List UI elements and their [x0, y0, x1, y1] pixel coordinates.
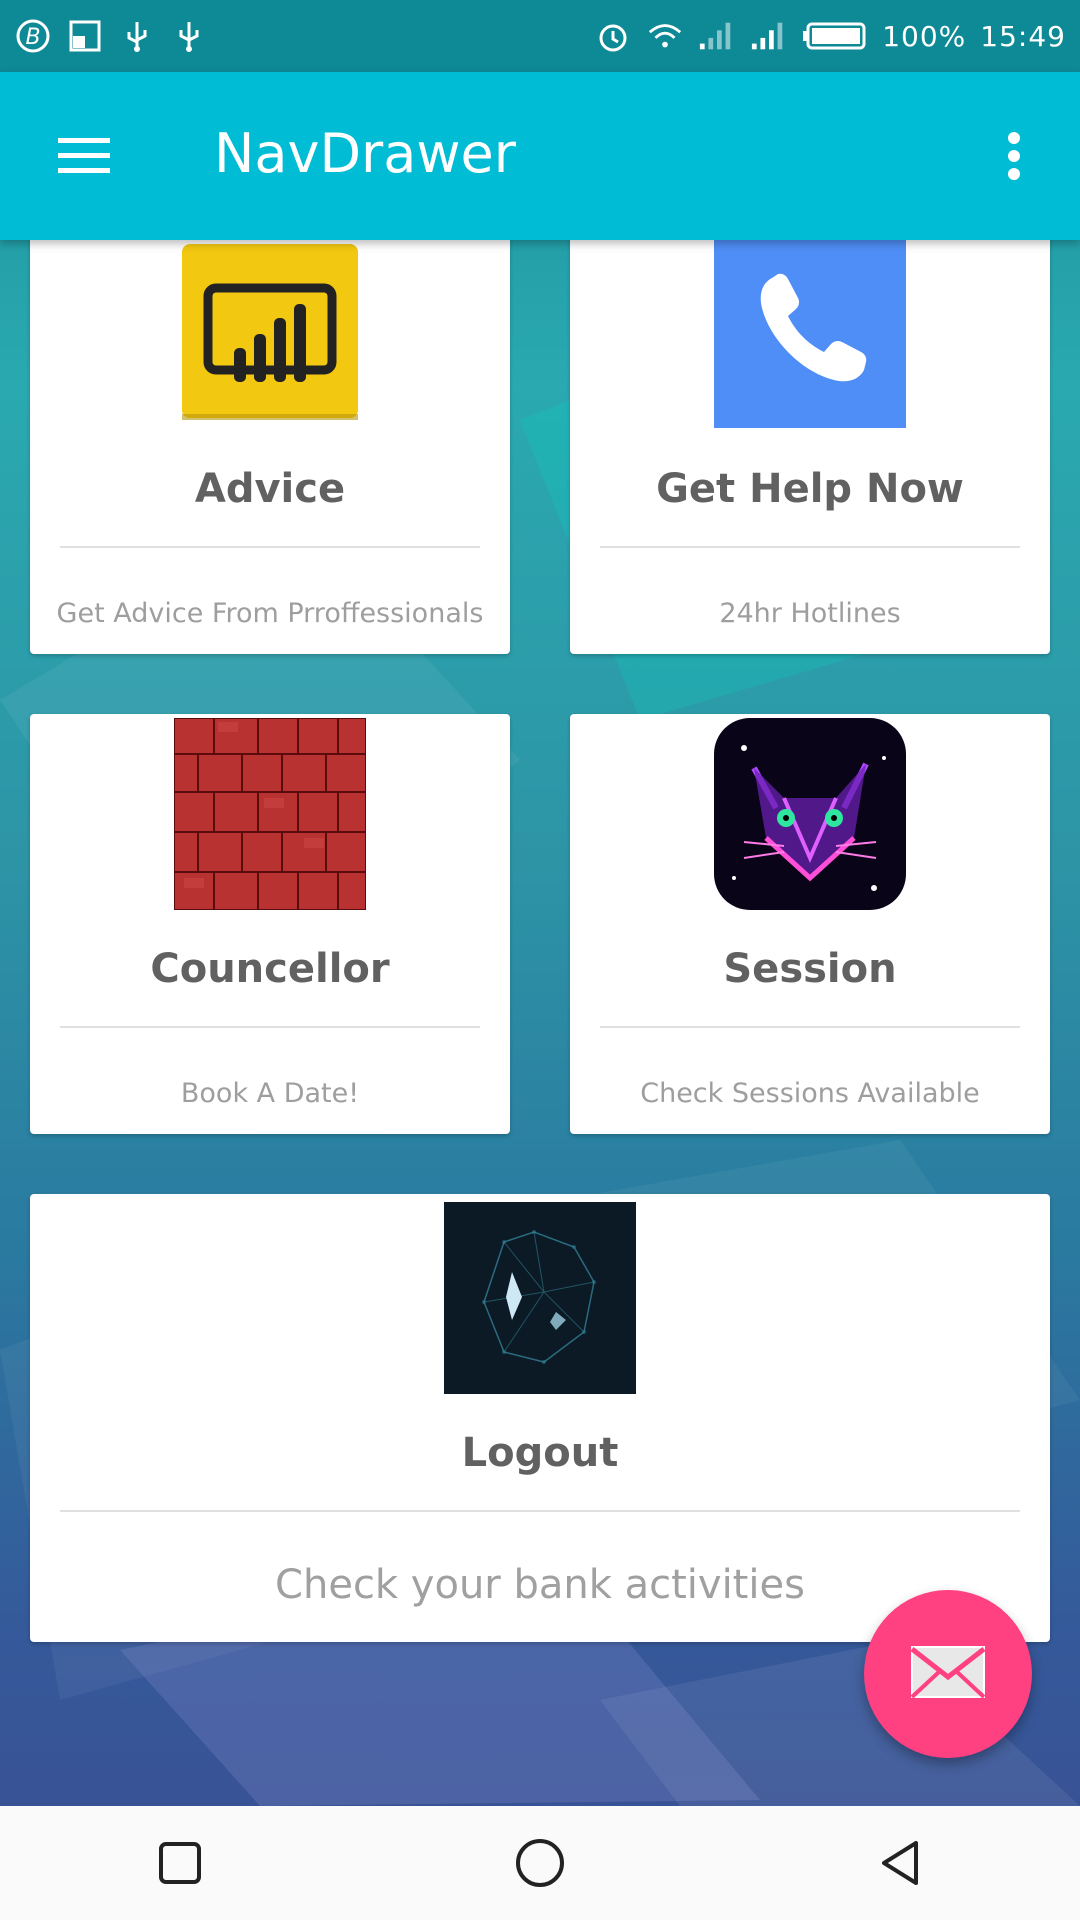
digital-face-image [444, 1202, 636, 1394]
card-title: Get Help Now [656, 466, 964, 512]
card-title: Advice [194, 466, 346, 512]
red-bricks-image [173, 717, 367, 911]
councellor-card[interactable]: Councellor Book A Date! [30, 714, 510, 1134]
bluetooth-b-icon: B [14, 17, 52, 55]
card-divider [600, 546, 1020, 548]
card-divider [60, 546, 480, 548]
card-divider [60, 1510, 1020, 1512]
screen-icon [66, 17, 104, 55]
wifi-icon [646, 17, 684, 55]
card-subtitle: Check Sessions Available [640, 1078, 980, 1109]
recent-apps-icon[interactable] [120, 1813, 240, 1913]
alarm-icon [594, 17, 632, 55]
card-divider [600, 1026, 1020, 1028]
battery-icon [802, 17, 868, 55]
neon-cat-image [714, 718, 906, 910]
clock: 15:49 [980, 19, 1066, 53]
card-subtitle: Book A Date! [180, 1078, 360, 1109]
usb-icon [118, 17, 156, 55]
card-subtitle: Get Advice From Prroffessionals [56, 598, 484, 629]
card-title: Session [723, 946, 897, 992]
card-divider [60, 1026, 480, 1028]
get-help-card[interactable]: Get Help Now 24hr Hotlines [570, 230, 1050, 654]
phone-icon [714, 230, 906, 428]
system-nav-bar [0, 1806, 1080, 1920]
back-icon[interactable] [840, 1813, 960, 1913]
signal-icon [698, 17, 736, 55]
svg-text:B: B [25, 25, 40, 50]
more-vert-icon[interactable] [986, 120, 1042, 192]
session-card[interactable]: Session Check Sessions Available [570, 714, 1050, 1134]
app-title: NavDrawer [214, 122, 516, 185]
usb-icon [170, 17, 208, 55]
card-subtitle: 24hr Hotlines [719, 598, 901, 629]
mail-icon [910, 1645, 986, 1703]
card-title: Councellor [150, 946, 390, 992]
app-bar: NavDrawer [0, 72, 1080, 240]
mail-fab-button[interactable] [864, 1590, 1032, 1758]
card-subtitle: Check your bank activities [275, 1562, 805, 1608]
advice-card[interactable]: Advice Get Advice From Prroffessionals [30, 230, 510, 654]
logout-card[interactable]: Logout Check your bank activities [30, 1194, 1050, 1642]
signal-icon [750, 17, 788, 55]
battery-percent: 100% [882, 19, 967, 53]
hamburger-menu-icon[interactable] [40, 120, 128, 192]
status-bar: B 100% 15:49 [0, 0, 1080, 72]
home-icon[interactable] [480, 1813, 600, 1913]
power-bi-chart-icon [182, 244, 360, 422]
card-title: Logout [461, 1430, 619, 1476]
